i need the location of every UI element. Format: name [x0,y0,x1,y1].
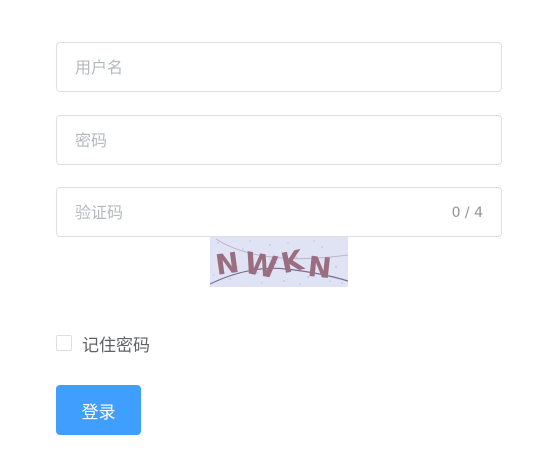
password-field [56,115,502,165]
svg-text:N: N [213,246,241,282]
remember-password-label: 记住密码 [82,335,150,356]
captcha-graphic: N W K N [209,237,349,287]
username-input[interactable] [57,43,501,91]
username-field [56,42,502,92]
remember-password-checkbox[interactable]: 记住密码 [56,333,150,356]
captcha-field: 0 / 4 [56,187,502,237]
svg-text:W: W [241,246,280,286]
checkbox-box[interactable] [56,335,72,351]
login-form: 0 / 4 N W K N 记住密码 登录 [0,0,549,450]
password-input[interactable] [57,116,501,164]
svg-text:N: N [306,250,333,285]
login-button[interactable]: 登录 [56,385,141,435]
captcha-input[interactable] [57,188,501,236]
captcha-word-count: 0 / 4 [451,205,483,221]
captcha-image[interactable]: N W K N [209,237,349,287]
